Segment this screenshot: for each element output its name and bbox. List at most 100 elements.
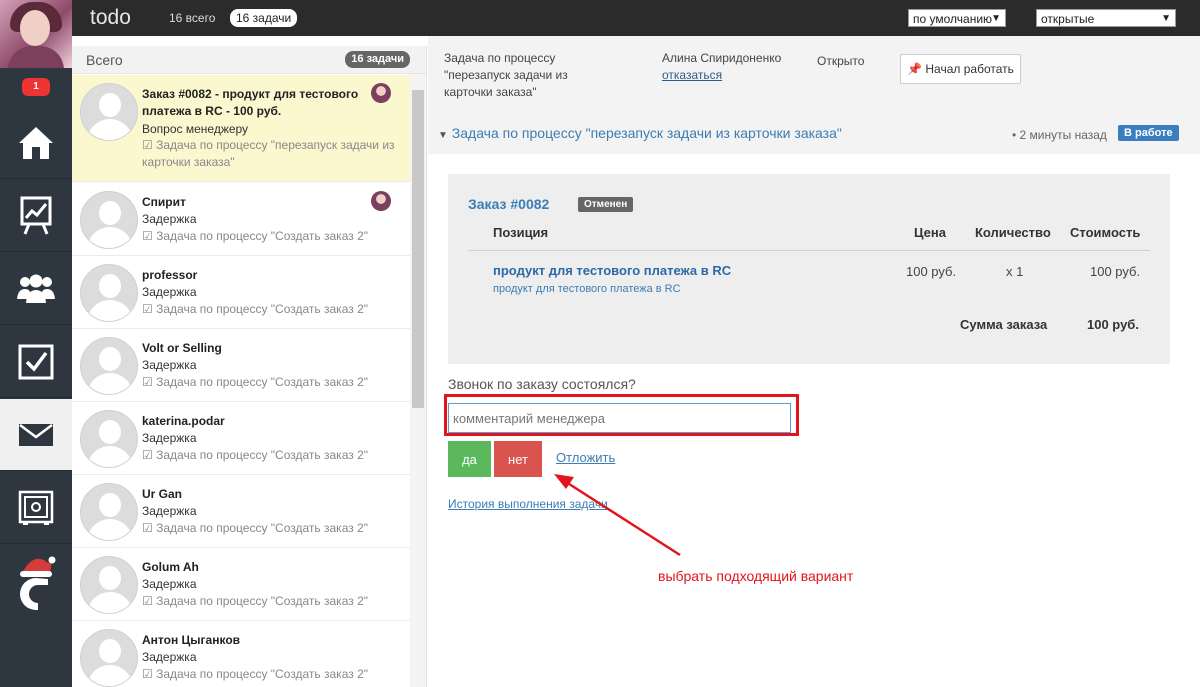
task-process: ☑ Задача по процессу "Создать заказ 2" [142, 521, 368, 535]
pin-icon: 📌 [907, 62, 923, 76]
task-item[interactable]: Ur Gan Задержка ☑ Задача по процессу "Со… [72, 475, 411, 548]
start-work-label: Начал работать [925, 62, 1014, 76]
status-filter-select[interactable]: открытые ▼ [1036, 9, 1176, 27]
process-name: Задача по процессу "перезапуск задачи из… [444, 51, 568, 99]
sort-select[interactable]: по умолчанию ▼ [908, 9, 1006, 27]
manager-comment-input[interactable] [448, 403, 791, 433]
task-type: Задержка [142, 650, 197, 664]
task-process: ☑ Задача по процессу "Создать заказ 2" [142, 667, 368, 681]
contact-avatar [80, 629, 138, 687]
product-cost: 100 руб. [1090, 264, 1141, 279]
check-icon: ☑ [142, 302, 153, 316]
tasks-count-badge[interactable]: 16 задачи [230, 9, 298, 27]
contact-avatar [80, 410, 138, 468]
contact-avatar [80, 191, 138, 249]
annotation-hint-text: выбрать подходящий вариант [658, 568, 854, 584]
assignee-avatar [371, 83, 391, 103]
mail-icon [19, 423, 53, 446]
call-question: Звонок по заказу состоялся? [448, 376, 636, 392]
task-list-title: Всего [86, 52, 123, 68]
product-subtitle: продукт для тестового платежа в RC [493, 283, 681, 295]
nav-home[interactable] [0, 107, 72, 179]
check-icon: ☑ [142, 448, 153, 462]
task-item[interactable]: Антон Цыганков Задержка ☑ Задача по проц… [72, 621, 411, 687]
task-item[interactable]: katerina.podar Задержка ☑ Задача по проц… [72, 402, 411, 475]
task-process: ☑ Задача по процессу "Создать заказ 2" [142, 448, 368, 462]
contact-avatar [80, 556, 138, 614]
order-sum-label: Сумма заказа [960, 317, 1048, 332]
users-icon [17, 274, 55, 303]
task-history-link[interactable]: История выполнения задачи [448, 497, 608, 511]
task-title: Ur Gan [142, 487, 183, 501]
in-progress-badge: В работе [1118, 125, 1179, 141]
notification-badge[interactable]: 1 [22, 78, 50, 96]
task-detail-header: Задача по процессу "перезапуск задачи из… [428, 36, 1200, 154]
checkbox-icon [18, 344, 54, 379]
order-sum-value: 100 руб. [1087, 317, 1139, 332]
check-icon: ☑ [142, 375, 153, 389]
task-detail-title[interactable]: ▼ Задача по процессу "перезапуск задачи … [438, 125, 842, 141]
home-icon [19, 126, 53, 159]
task-list-header: Всего 16 задачи [72, 46, 426, 74]
task-item[interactable]: Заказ #0082 - продукт для тестового плат… [72, 75, 411, 182]
sort-select-value: по умолчанию [913, 12, 993, 26]
contact-avatar [80, 264, 138, 322]
col-quantity: Количество [975, 225, 1051, 240]
caret-down-icon: ▼ [991, 13, 1001, 24]
task-type: Вопрос менеджеру [142, 122, 249, 136]
chart-icon [20, 196, 52, 235]
product-price: 100 руб. [906, 264, 957, 279]
col-cost: Стоимость [1070, 225, 1141, 240]
order-card: Заказ #0082 Отменен Позиция Цена Количес… [448, 174, 1170, 364]
task-type: Задержка [142, 577, 197, 591]
task-list-count-badge: 16 задачи [345, 51, 410, 68]
col-position: Позиция [493, 225, 549, 240]
task-item[interactable]: Спирит Задержка ☑ Задача по процессу "Со… [72, 183, 411, 256]
order-number-link[interactable]: Заказ #0082 [468, 196, 549, 212]
assignee-avatar [371, 191, 391, 211]
safe-icon [18, 490, 54, 525]
nav-clients[interactable] [0, 253, 72, 325]
nav-safe[interactable] [0, 472, 72, 544]
product-name-link[interactable]: продукт для тестового платежа в RC [493, 263, 731, 278]
status-select-value: открытые [1041, 12, 1095, 26]
task-process: ☑ Задача по процессу "перезапуск задачи … [142, 138, 395, 152]
caret-down-icon: ▼ [438, 130, 448, 141]
task-time-ago: • 2 минуты назад [1012, 128, 1107, 142]
app-title: todo [90, 6, 131, 29]
check-icon: ☑ [142, 138, 153, 152]
nav-reports[interactable] [0, 180, 72, 252]
task-detail-pane: Задача по процессу "перезапуск задачи из… [428, 36, 1200, 687]
task-title: Golum Ah [142, 560, 199, 574]
task-type: Задержка [142, 358, 197, 372]
refuse-link[interactable]: отказаться [662, 67, 781, 84]
task-list-scrollbar[interactable] [410, 74, 426, 687]
no-button[interactable]: нет [494, 441, 542, 477]
task-process: ☑ Задача по процессу "Создать заказ 2" [142, 375, 368, 389]
user-avatar[interactable] [0, 0, 72, 68]
task-process: ☑ Задача по процессу "Создать заказ 2" [142, 229, 368, 243]
task-type: Задержка [142, 212, 197, 226]
nav-tasks[interactable] [0, 326, 72, 398]
caret-down-icon: ▼ [1161, 13, 1171, 24]
task-item[interactable]: Golum Ah Задержка ☑ Задача по процессу "… [72, 548, 411, 621]
task-title-line2: платежа в RC - 100 руб. [142, 104, 282, 118]
assignee-name: Алина Спиридоненко [662, 51, 782, 65]
scrollbar-thumb[interactable] [412, 90, 424, 408]
nav-mail[interactable] [0, 399, 72, 471]
check-icon: ☑ [142, 667, 153, 681]
yes-button[interactable]: да [448, 441, 491, 477]
top-bar: todo 16 всего 16 задачи по умолчанию ▼ о… [72, 0, 1200, 36]
product-quantity: x 1 [1006, 264, 1024, 279]
order-status-badge: Отменен [578, 197, 634, 212]
nav-brand[interactable] [0, 545, 72, 617]
start-work-button[interactable]: 📌 Начал работать [900, 54, 1021, 84]
task-title: Спирит [142, 195, 186, 209]
postpone-link[interactable]: Отложить [556, 450, 615, 465]
task-title: professor [142, 268, 198, 282]
task-title: Антон Цыганков [142, 633, 241, 647]
contact-avatar [80, 483, 138, 541]
assignee-block: Алина Спиридоненко отказаться [662, 50, 781, 84]
task-item[interactable]: Volt or Selling Задержка ☑ Задача по про… [72, 329, 411, 402]
task-item[interactable]: professor Задержка ☑ Задача по процессу … [72, 256, 411, 329]
